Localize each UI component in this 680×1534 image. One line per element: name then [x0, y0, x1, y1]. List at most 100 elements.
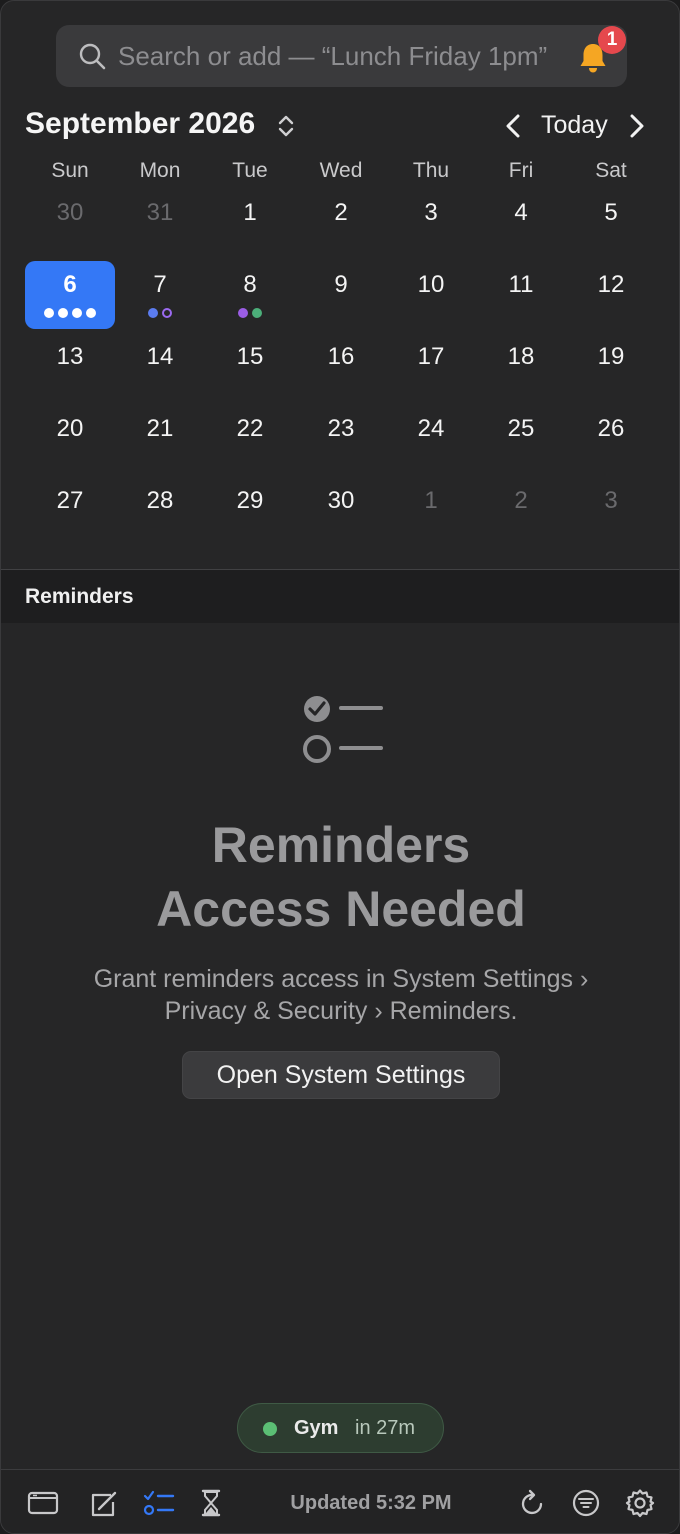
calendar-day[interactable]: 12: [566, 261, 656, 329]
event-dot: [252, 308, 262, 318]
empty-state-title: Access Needed: [156, 881, 526, 937]
day-number: 31: [146, 199, 174, 226]
calendar-day[interactable]: 16: [296, 333, 386, 401]
description-line: Grant reminders access in System Setting…: [93, 965, 589, 993]
app-window: 1 September 2026 Today Sun Mon Tue Wed Thu Fr…: [0, 0, 680, 1534]
event-color-dot: [263, 1422, 277, 1436]
event-dots: [205, 308, 295, 318]
calendar-day[interactable]: 5: [566, 189, 656, 257]
reminders-list-icon[interactable]: [143, 1488, 175, 1518]
chevron-right-icon[interactable]: [623, 111, 649, 141]
weekday-header: Sat: [595, 159, 627, 182]
event-dots: [115, 308, 205, 318]
day-number: 23: [327, 415, 355, 442]
day-number: 6: [63, 271, 77, 298]
calendar-day[interactable]: 1: [205, 189, 295, 257]
calendar-day[interactable]: 27: [25, 477, 115, 545]
day-number: 2: [334, 199, 348, 226]
upcoming-event-pill[interactable]: Gym in 27m: [237, 1403, 444, 1453]
weekday-header: Fri: [508, 159, 534, 182]
calendar-day[interactable]: 17: [386, 333, 476, 401]
notification-badge: 1: [598, 26, 626, 54]
day-number: 18: [507, 343, 535, 370]
calendar-day[interactable]: 29: [205, 477, 295, 545]
calendar-day[interactable]: 7: [115, 261, 205, 329]
calendar-day[interactable]: 3: [566, 477, 656, 545]
hourglass-icon[interactable]: [195, 1488, 227, 1518]
day-number: 21: [146, 415, 174, 442]
event-dot: [58, 308, 68, 318]
calendar-day[interactable]: 14: [115, 333, 205, 401]
calendar-day[interactable]: 30: [25, 189, 115, 257]
description-line: Privacy & Security › Reminders.: [164, 997, 518, 1025]
filter-icon[interactable]: [570, 1488, 602, 1518]
weekday-header: Wed: [319, 159, 363, 182]
day-number: 22: [236, 415, 264, 442]
day-number: 17: [417, 343, 445, 370]
day-number: 15: [236, 343, 264, 370]
day-number: 28: [146, 487, 174, 514]
calendar-day[interactable]: 8: [205, 261, 295, 329]
day-number: 30: [56, 199, 84, 226]
calendar-day[interactable]: 13: [25, 333, 115, 401]
calendar-view-icon[interactable]: [27, 1488, 59, 1518]
calendar-day[interactable]: 2: [476, 477, 566, 545]
open-system-settings-button[interactable]: Open System Settings: [182, 1051, 500, 1099]
last-updated-label: Updated 5:32 PM: [290, 1492, 452, 1514]
reminders-section-header: Reminders: [1, 570, 679, 623]
calendar-day[interactable]: 31: [115, 189, 205, 257]
chevron-up-down-icon[interactable]: [275, 113, 297, 139]
empty-state-title: Reminders: [211, 817, 471, 873]
day-number: 7: [153, 271, 167, 298]
day-number: 30: [327, 487, 355, 514]
calendar-day[interactable]: 20: [25, 405, 115, 473]
search-input[interactable]: [118, 35, 568, 77]
event-time: in 27m: [355, 1417, 416, 1439]
search-icon: [79, 43, 106, 70]
today-button[interactable]: Today: [541, 111, 608, 140]
calendar-day[interactable]: 15: [205, 333, 295, 401]
calendar-day[interactable]: 25: [476, 405, 566, 473]
calendar-day[interactable]: 28: [115, 477, 205, 545]
calendar-day[interactable]: 4: [476, 189, 566, 257]
calendar-day-selected[interactable]: 6: [25, 261, 115, 329]
day-number: 1: [424, 487, 438, 514]
calendar-day[interactable]: 19: [566, 333, 656, 401]
calendar-day[interactable]: 23: [296, 405, 386, 473]
calendar-day[interactable]: 1: [386, 477, 476, 545]
month-title[interactable]: September 2026: [25, 107, 255, 141]
day-number: 12: [597, 271, 625, 298]
day-number: 3: [424, 199, 438, 226]
calendar-day[interactable]: 9: [296, 261, 386, 329]
event-dot: [86, 308, 96, 318]
compose-icon[interactable]: [87, 1488, 119, 1518]
day-number: 3: [604, 487, 618, 514]
event-dot: [44, 308, 54, 318]
calendar-day[interactable]: 22: [205, 405, 295, 473]
calendar-day[interactable]: 10: [386, 261, 476, 329]
bottom-toolbar: Updated 5:32 PM: [1, 1470, 679, 1533]
calendar-day[interactable]: 11: [476, 261, 566, 329]
calendar-day[interactable]: 2: [296, 189, 386, 257]
day-number: 24: [417, 415, 445, 442]
calendar-day[interactable]: 3: [386, 189, 476, 257]
weekday-header: Mon: [139, 159, 181, 182]
calendar-day[interactable]: 30: [296, 477, 386, 545]
day-number: 20: [56, 415, 84, 442]
calendar-day[interactable]: 21: [115, 405, 205, 473]
day-number: 13: [56, 343, 84, 370]
day-number: 11: [508, 271, 534, 298]
calendar-day[interactable]: 26: [566, 405, 656, 473]
settings-gear-icon[interactable]: [624, 1488, 656, 1518]
search-bar[interactable]: [56, 25, 627, 87]
day-number: 14: [146, 343, 174, 370]
event-dot: [238, 308, 248, 318]
event-title: Gym: [294, 1417, 339, 1439]
refresh-icon[interactable]: [517, 1488, 549, 1518]
event-dots: [25, 308, 115, 318]
weekday-header: Tue: [232, 159, 268, 182]
calendar-day[interactable]: 24: [386, 405, 476, 473]
calendar-day[interactable]: 18: [476, 333, 566, 401]
day-number: 1: [243, 199, 257, 226]
chevron-left-icon[interactable]: [501, 111, 527, 141]
